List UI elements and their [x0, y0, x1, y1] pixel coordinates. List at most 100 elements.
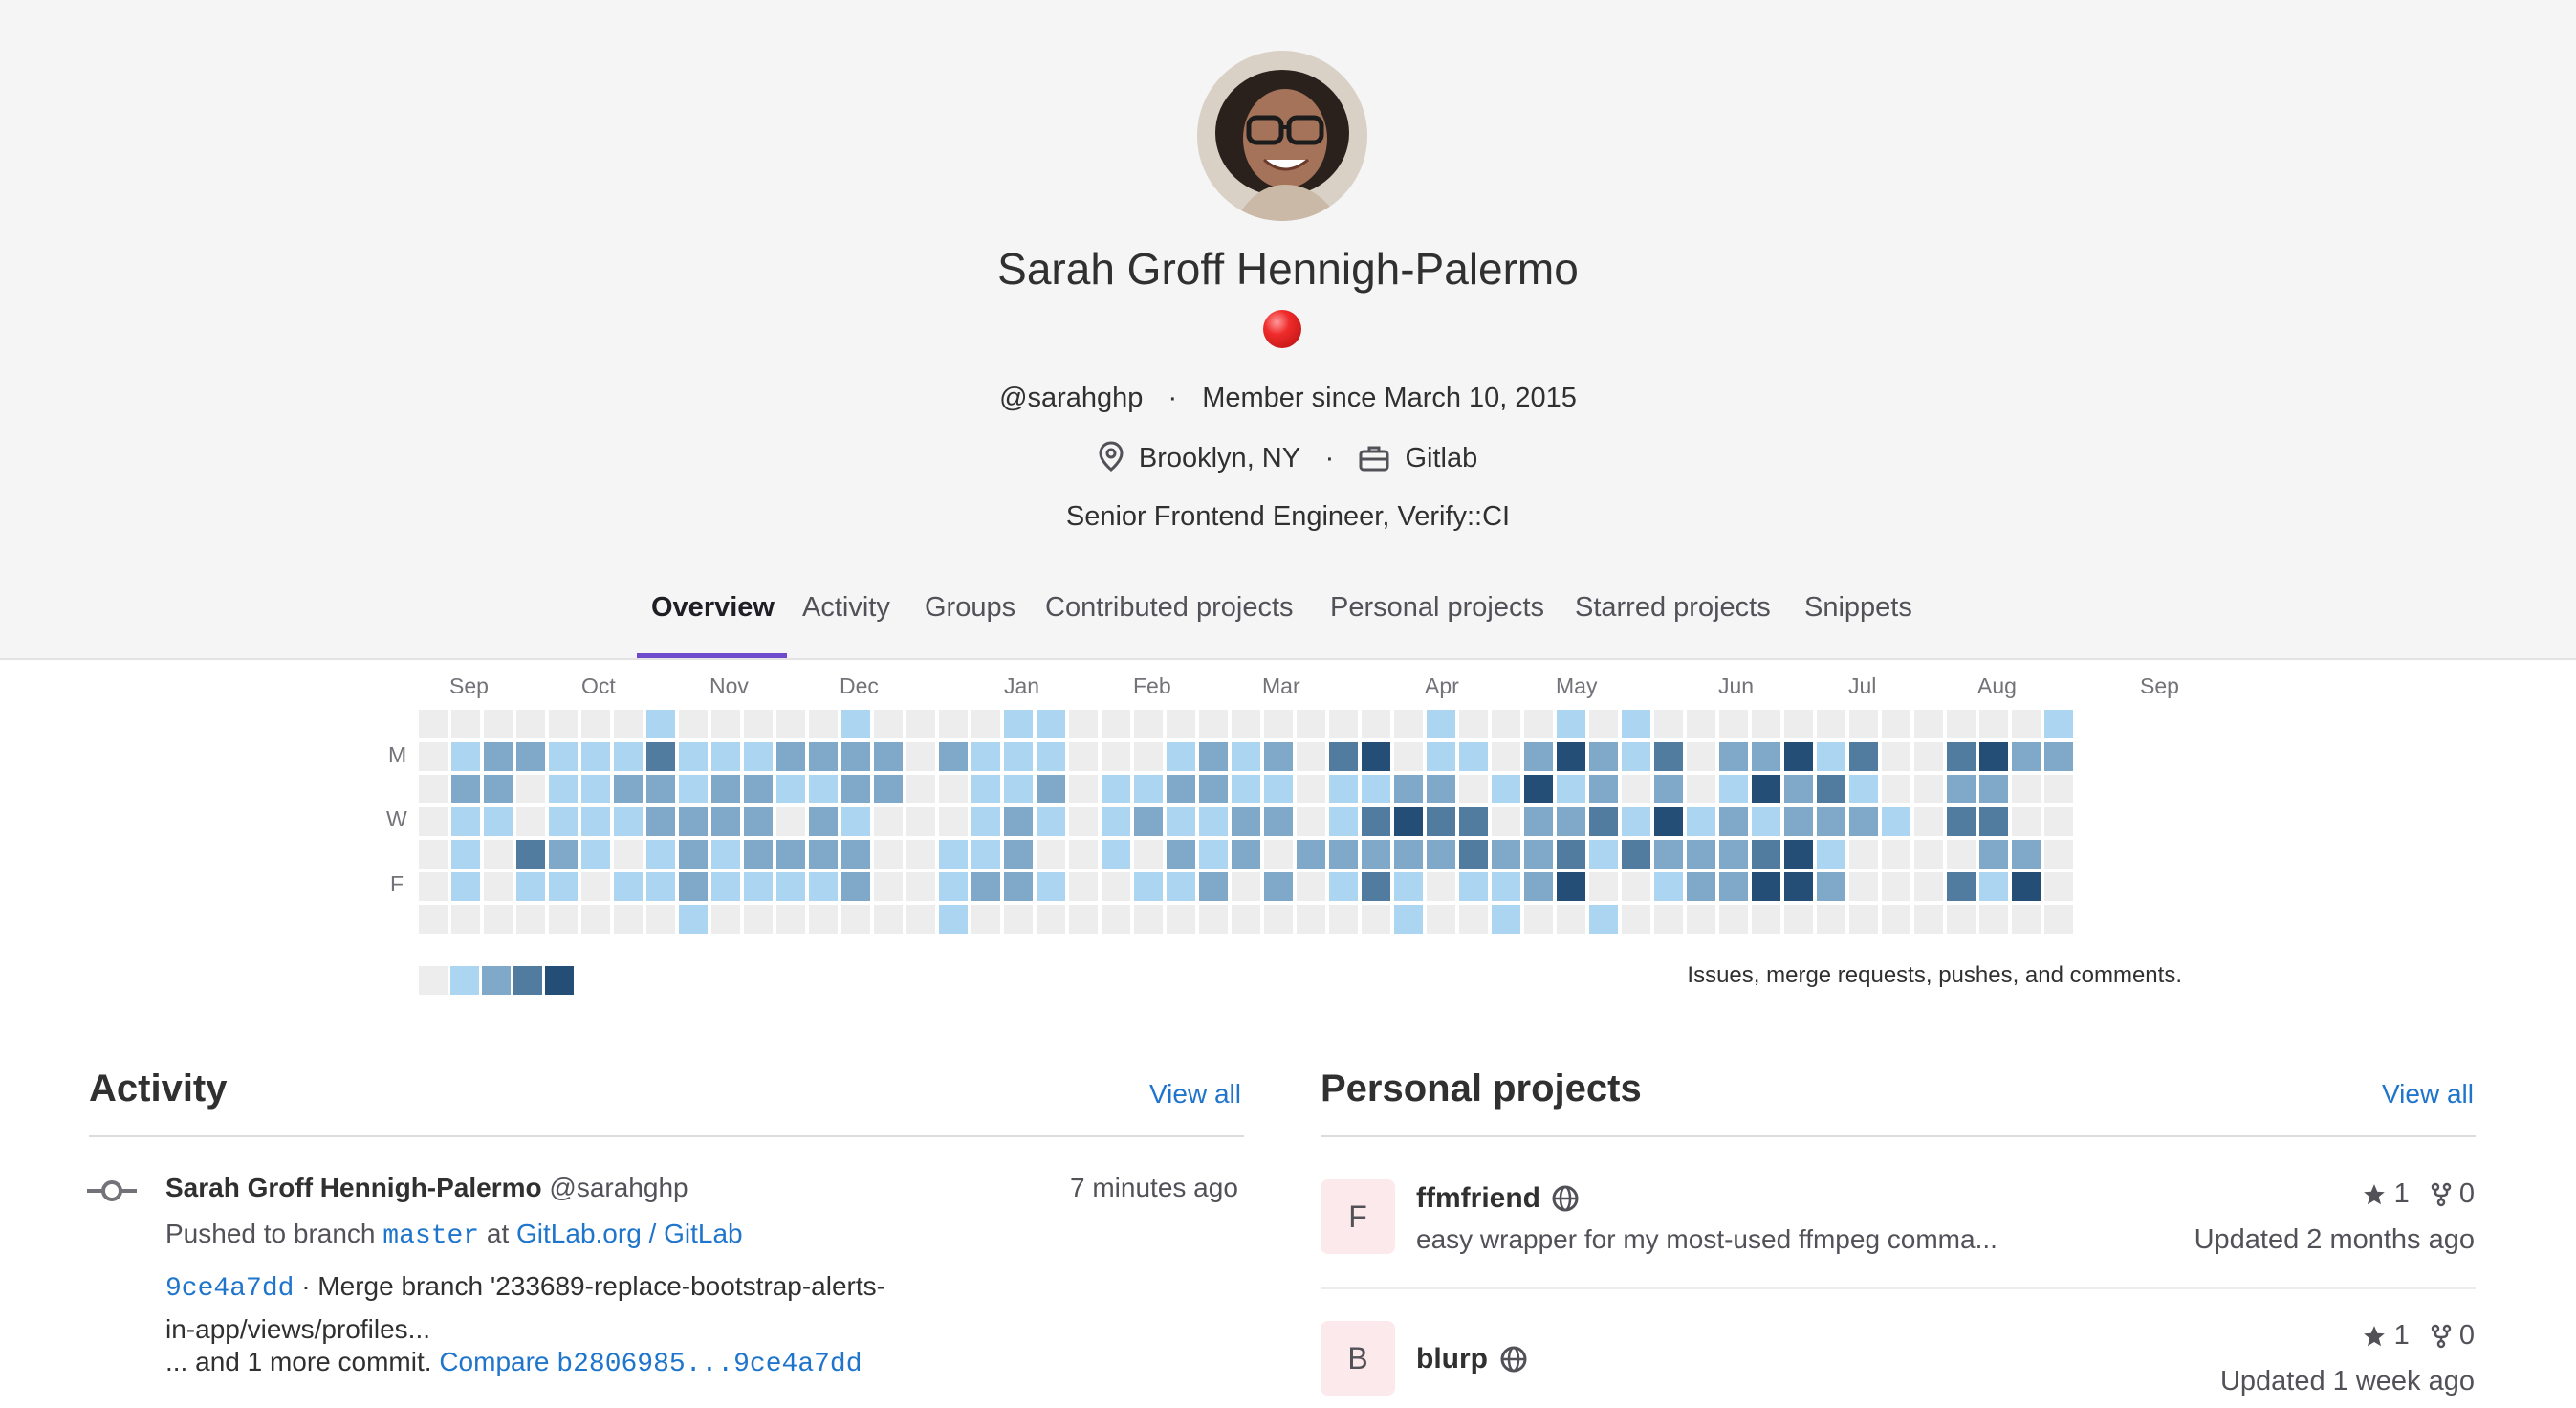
calendar-day-cell[interactable] — [1069, 710, 1098, 738]
calendar-day-cell[interactable] — [971, 742, 1000, 771]
calendar-day-cell[interactable] — [809, 905, 838, 934]
calendar-day-cell[interactable] — [1654, 905, 1683, 934]
calendar-day-cell[interactable] — [1947, 775, 1976, 803]
calendar-day-cell[interactable] — [1492, 872, 1520, 901]
calendar-day-cell[interactable] — [1199, 872, 1228, 901]
calendar-day-cell[interactable] — [679, 872, 708, 901]
calendar-day-cell[interactable] — [1849, 905, 1878, 934]
calendar-day-cell[interactable] — [1654, 840, 1683, 869]
calendar-day-cell[interactable] — [1232, 872, 1260, 901]
calendar-day-cell[interactable] — [874, 775, 903, 803]
calendar-day-cell[interactable] — [906, 775, 935, 803]
calendar-day-cell[interactable] — [1459, 710, 1488, 738]
calendar-day-cell[interactable] — [1654, 872, 1683, 901]
calendar-day-cell[interactable] — [614, 775, 643, 803]
calendar-day-cell[interactable] — [1947, 905, 1976, 934]
calendar-day-cell[interactable] — [1849, 807, 1878, 836]
calendar-day-cell[interactable] — [1102, 840, 1130, 869]
calendar-day-cell[interactable] — [1329, 872, 1358, 901]
calendar-day-cell[interactable] — [1167, 905, 1195, 934]
calendar-day-cell[interactable] — [581, 775, 610, 803]
calendar-day-cell[interactable] — [1817, 840, 1845, 869]
calendar-day-cell[interactable] — [1882, 807, 1910, 836]
calendar-day-cell[interactable] — [1167, 775, 1195, 803]
calendar-day-cell[interactable] — [581, 872, 610, 901]
calendar-day-cell[interactable] — [1687, 775, 1715, 803]
calendar-day-cell[interactable] — [906, 905, 935, 934]
calendar-day-cell[interactable] — [1849, 840, 1878, 869]
calendar-day-cell[interactable] — [1102, 872, 1130, 901]
calendar-day-cell[interactable] — [809, 807, 838, 836]
calendar-day-cell[interactable] — [1037, 742, 1065, 771]
calendar-day-cell[interactable] — [1752, 872, 1780, 901]
calendar-day-cell[interactable] — [874, 840, 903, 869]
calendar-day-cell[interactable] — [2044, 840, 2073, 869]
calendar-day-cell[interactable] — [1849, 710, 1878, 738]
calendar-day-cell[interactable] — [1492, 742, 1520, 771]
calendar-day-cell[interactable] — [1362, 905, 1390, 934]
calendar-day-cell[interactable] — [516, 807, 545, 836]
calendar-day-cell[interactable] — [1394, 742, 1423, 771]
calendar-day-cell[interactable] — [1232, 905, 1260, 934]
calendar-day-cell[interactable] — [2012, 905, 2041, 934]
calendar-day-cell[interactable] — [1589, 905, 1618, 934]
calendar-day-cell[interactable] — [1557, 775, 1585, 803]
calendar-day-cell[interactable] — [711, 807, 740, 836]
calendar-day-cell[interactable] — [484, 775, 513, 803]
calendar-day-cell[interactable] — [906, 710, 935, 738]
project-avatar[interactable]: F — [1321, 1179, 1395, 1254]
calendar-day-cell[interactable] — [1719, 742, 1748, 771]
calendar-day-cell[interactable] — [1004, 872, 1033, 901]
calendar-day-cell[interactable] — [1232, 775, 1260, 803]
calendar-day-cell[interactable] — [1849, 742, 1878, 771]
calendar-day-cell[interactable] — [2044, 905, 2073, 934]
calendar-day-cell[interactable] — [1752, 807, 1780, 836]
calendar-day-cell[interactable] — [1914, 905, 1943, 934]
star-count[interactable]: 1 — [2394, 1178, 2410, 1209]
calendar-day-cell[interactable] — [1622, 807, 1650, 836]
personal-projects-view-all-link[interactable]: View all — [2382, 1079, 2474, 1110]
calendar-day-cell[interactable] — [1752, 905, 1780, 934]
calendar-day-cell[interactable] — [1784, 742, 1813, 771]
calendar-day-cell[interactable] — [1037, 872, 1065, 901]
calendar-day-cell[interactable] — [451, 742, 480, 771]
calendar-day-cell[interactable] — [1199, 742, 1228, 771]
calendar-day-cell[interactable] — [516, 742, 545, 771]
calendar-day-cell[interactable] — [1264, 742, 1293, 771]
calendar-day-cell[interactable] — [549, 807, 578, 836]
calendar-day-cell[interactable] — [1037, 840, 1065, 869]
calendar-day-cell[interactable] — [1264, 905, 1293, 934]
calendar-day-cell[interactable] — [1654, 807, 1683, 836]
calendar-day-cell[interactable] — [1654, 710, 1683, 738]
calendar-day-cell[interactable] — [1622, 710, 1650, 738]
calendar-day-cell[interactable] — [1199, 775, 1228, 803]
calendar-day-cell[interactable] — [1102, 807, 1130, 836]
calendar-day-cell[interactable] — [1589, 742, 1618, 771]
calendar-day-cell[interactable] — [939, 807, 968, 836]
calendar-day-cell[interactable] — [1362, 807, 1390, 836]
calendar-day-cell[interactable] — [1297, 710, 1325, 738]
calendar-day-cell[interactable] — [939, 775, 968, 803]
tab-overview[interactable]: Overview — [651, 592, 775, 624]
calendar-day-cell[interactable] — [841, 905, 870, 934]
calendar-day-cell[interactable] — [1232, 840, 1260, 869]
star-count[interactable]: 1 — [2394, 1320, 2410, 1351]
calendar-day-cell[interactable] — [1427, 905, 1455, 934]
calendar-day-cell[interactable] — [1947, 807, 1976, 836]
calendar-day-cell[interactable] — [419, 807, 448, 836]
calendar-day-cell[interactable] — [1427, 840, 1455, 869]
project-link[interactable]: GitLab.org / GitLab — [516, 1219, 743, 1248]
calendar-day-cell[interactable] — [581, 905, 610, 934]
calendar-day-cell[interactable] — [679, 807, 708, 836]
calendar-day-cell[interactable] — [2044, 775, 2073, 803]
calendar-day-cell[interactable] — [1622, 905, 1650, 934]
calendar-day-cell[interactable] — [776, 840, 805, 869]
branch-link[interactable]: master — [382, 1221, 479, 1251]
calendar-day-cell[interactable] — [1167, 872, 1195, 901]
calendar-day-cell[interactable] — [1622, 872, 1650, 901]
calendar-day-cell[interactable] — [646, 742, 675, 771]
calendar-day-cell[interactable] — [614, 710, 643, 738]
calendar-day-cell[interactable] — [1882, 905, 1910, 934]
calendar-day-cell[interactable] — [809, 710, 838, 738]
calendar-day-cell[interactable] — [581, 807, 610, 836]
